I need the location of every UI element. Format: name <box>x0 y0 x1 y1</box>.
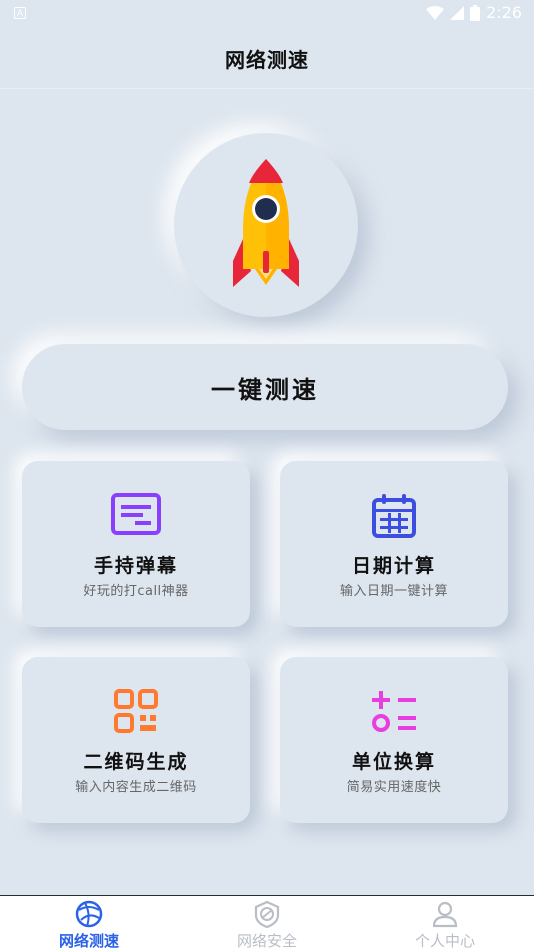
nav-label: 网络测速 <box>58 932 119 950</box>
card-date-calc[interactable]: 日期计算 输入日期一键计算 <box>280 461 508 627</box>
rocket-badge[interactable] <box>174 133 358 317</box>
card-qr-code[interactable]: 二维码生成 输入内容生成二维码 <box>22 657 250 823</box>
card-desc: 输入内容生成二维码 <box>75 780 197 795</box>
rocket-icon <box>233 159 299 287</box>
notification-icon: A <box>14 7 26 19</box>
calculator-icon <box>372 691 416 732</box>
card-desc: 输入日期一键计算 <box>339 584 448 599</box>
nav-item-profile[interactable]: 个人中心 <box>356 896 534 951</box>
card-title: 单位换算 <box>351 751 436 773</box>
calendar-icon <box>372 494 416 538</box>
card-unit-convert[interactable]: 单位换算 简易实用速度快 <box>280 657 508 823</box>
card-desc: 简易实用速度快 <box>346 780 442 795</box>
battery-icon <box>470 4 481 21</box>
status-bar: A 2:26 <box>0 0 534 28</box>
wifi-icon <box>426 5 445 20</box>
card-title: 手持弹幕 <box>93 555 178 577</box>
signal-icon <box>450 5 465 20</box>
user-icon <box>432 901 458 928</box>
status-time: 2:26 <box>486 3 522 22</box>
nav-item-speedtest[interactable]: 网络测速 <box>0 896 178 951</box>
qr-code-icon <box>114 689 158 733</box>
card-title: 二维码生成 <box>83 751 189 773</box>
nav-label: 网络安全 <box>236 932 297 950</box>
card-desc: 好玩的打call神器 <box>83 584 189 599</box>
card-title: 日期计算 <box>351 555 436 577</box>
one-key-speedtest-button[interactable]: 一键测速 <box>22 344 508 430</box>
shield-icon <box>254 900 280 928</box>
speed-globe-icon <box>75 900 103 928</box>
nav-item-security[interactable]: 网络安全 <box>178 896 356 951</box>
page-title: 网络测速 <box>225 47 309 72</box>
status-icons: 2:26 <box>426 3 522 22</box>
bullet-screen-icon <box>111 493 161 535</box>
card-bullet-screen[interactable]: 手持弹幕 好玩的打call神器 <box>22 461 250 627</box>
nav-label: 个人中心 <box>414 932 475 950</box>
bottom-nav: 网络测速 网络安全 个人中心 <box>0 895 534 951</box>
title-bar: 网络测速 <box>0 28 534 89</box>
speedtest-button-label: 一键测速 <box>211 375 319 404</box>
